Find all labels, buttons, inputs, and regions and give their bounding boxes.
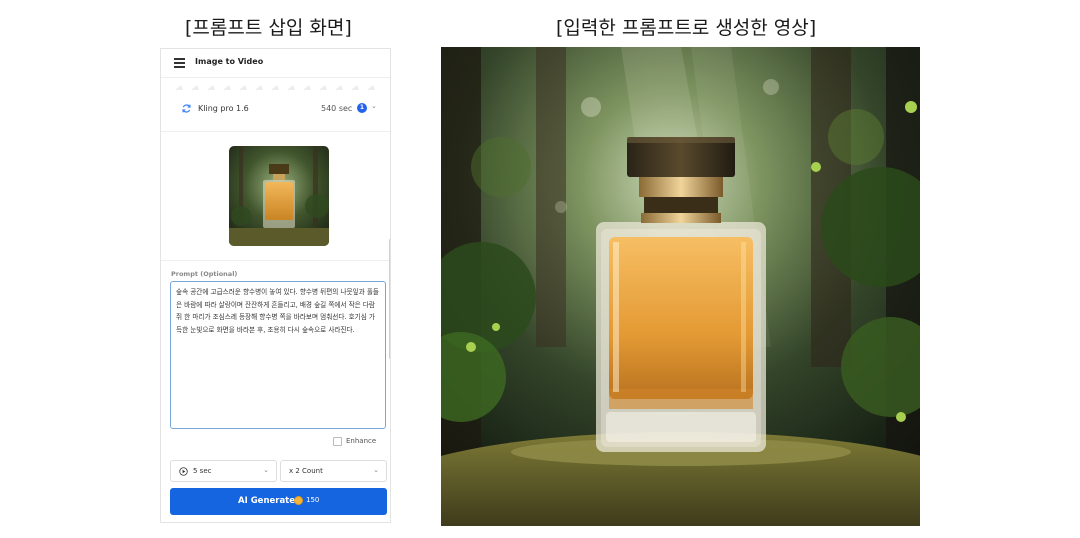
section-divider: [161, 260, 390, 261]
generate-cost: 150: [306, 496, 320, 504]
caption-prompt-screen: [프롬프트 삽입 화면]: [185, 17, 352, 39]
model-selector[interactable]: Kling pro 1.6 540 sec 1 ⌄: [161, 93, 390, 132]
chevron-down-icon[interactable]: ⌄: [371, 102, 377, 110]
source-image-thumbnail[interactable]: [229, 146, 329, 246]
scrollbar[interactable]: [389, 239, 390, 359]
chevron-down-icon: ⌄: [373, 466, 379, 474]
decorative-wave-strip: [175, 85, 375, 90]
enhance-checkbox[interactable]: [333, 437, 342, 446]
prompt-label: Prompt (Optional): [171, 270, 238, 278]
count-select[interactable]: x 2 Count ⌄: [280, 460, 387, 482]
enhance-label: Enhance: [346, 437, 377, 445]
refresh-icon: [182, 104, 191, 113]
app-panel: Image to Video Kling pro 1.6 540 sec 1 ⌄: [160, 48, 391, 523]
generate-label: AI Generate: [238, 496, 296, 506]
duration-select[interactable]: 5 sec ⌄: [170, 460, 277, 482]
prompt-textarea[interactable]: 숲속 공간에 고급스러운 향수병이 놓여 있다. 향수병 뒤편의 나뭇잎과 풀들…: [170, 281, 386, 429]
top-bar: Image to Video: [161, 49, 390, 78]
model-count-badge: 1: [357, 103, 367, 113]
generated-video-frame: [441, 47, 920, 526]
coin-icon: [294, 496, 303, 505]
play-circle-icon: [179, 467, 188, 476]
page-title: Image to Video: [195, 57, 264, 66]
count-value: x 2 Count: [289, 467, 323, 475]
hamburger-menu-icon[interactable]: [174, 58, 185, 68]
model-credits: 540 sec: [321, 104, 353, 113]
model-name: Kling pro 1.6: [198, 104, 249, 113]
ai-generate-button[interactable]: AI Generate 150: [170, 488, 387, 515]
chevron-down-icon: ⌄: [263, 466, 269, 474]
caption-generated-video: [입력한 프롬프트로 생성한 영상]: [556, 17, 817, 39]
duration-value: 5 sec: [193, 467, 212, 475]
